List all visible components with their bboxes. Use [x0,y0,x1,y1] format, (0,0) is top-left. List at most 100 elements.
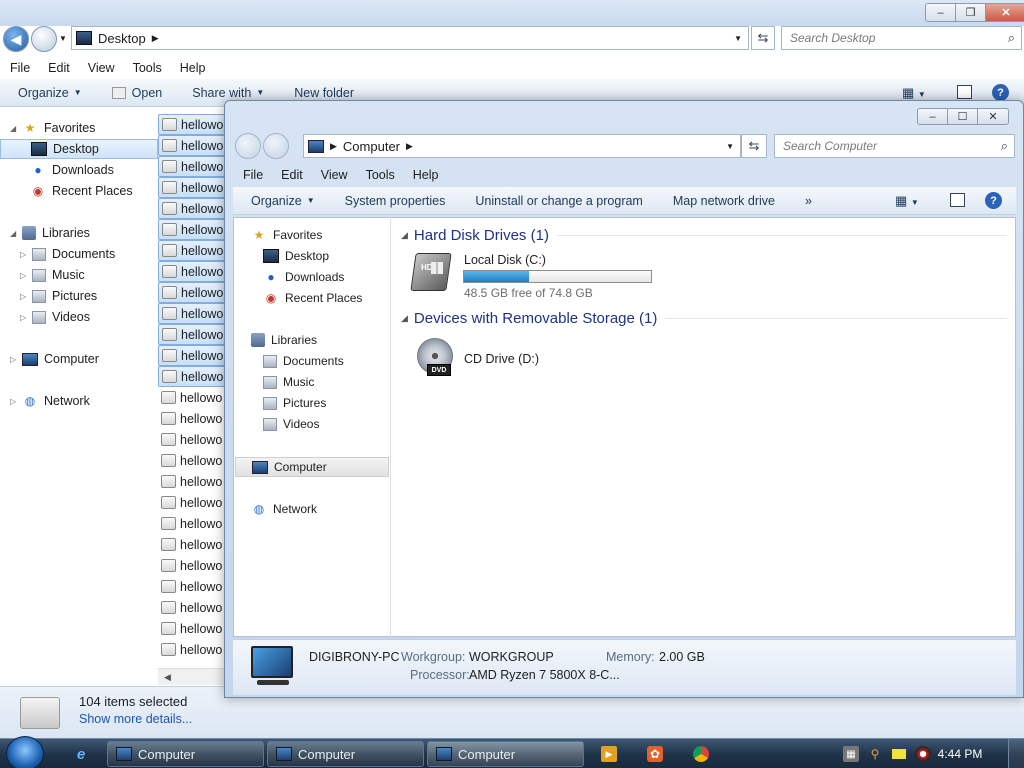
taskbar-button-computer-2[interactable]: Computer [267,741,424,767]
address-dropdown-icon[interactable]: ▼ [726,142,734,151]
nav-videos[interactable]: ▷ Videos [20,307,90,327]
file-item[interactable]: hellowo [158,618,228,639]
menu-tools[interactable]: Tools [366,168,395,182]
collapse-icon[interactable]: ◢ [401,313,408,324]
new-folder-button[interactable]: New folder [294,86,354,100]
preview-pane-icon[interactable] [950,193,965,207]
nav-pictures[interactable]: ▷ Pictures [20,286,97,306]
title-bar[interactable]: – ❐ ✕ [0,0,1024,26]
file-item[interactable]: hellowo [158,534,228,555]
uninstall-program-button[interactable]: Uninstall or change a program [475,194,642,208]
removable-storage-heading[interactable]: ◢ Devices with Removable Storage (1) [401,310,1007,327]
expand-icon[interactable]: ▷ [10,397,20,406]
view-options-icon[interactable]: ▦ ▼ [895,193,919,209]
address-bar[interactable]: ▶ Computer ▶ ▼ [303,134,741,158]
tray-note-icon[interactable] [891,746,907,762]
file-item[interactable]: hellowo [158,114,228,135]
close-button[interactable]: ✕ [977,108,1009,125]
nav-music[interactable]: ▷ Music [20,265,85,285]
refresh-icon[interactable]: ⇆ [751,26,775,50]
nav-recent-places[interactable]: ◉ Recent Places [30,181,133,201]
menu-edit[interactable]: Edit [48,61,70,75]
file-item[interactable]: hellowo [158,303,228,324]
menu-tools[interactable]: Tools [133,61,162,75]
nav-network[interactable]: ◍ Network [251,499,317,519]
file-item[interactable]: hellowo [158,177,228,198]
local-disk-item[interactable]: HD Local Disk (C:) 48.5 GB free of 74.8 … [409,251,669,303]
hard-disk-drives-heading[interactable]: ◢ Hard Disk Drives (1) [401,227,1007,244]
nav-pictures[interactable]: Pictures [263,393,326,413]
help-icon[interactable]: ? [985,192,1002,209]
menu-help[interactable]: Help [180,61,206,75]
cd-drive-item[interactable]: DVD CD Drive (D:) [409,334,589,386]
clock[interactable]: 4:44 PM [930,739,990,768]
file-item[interactable]: hellowo [158,471,228,492]
help-icon[interactable]: ? [992,84,1009,101]
address-crumb-desktop[interactable]: Desktop [98,31,146,46]
start-button[interactable] [6,736,44,768]
nav-computer-selected[interactable]: Computer [235,457,389,477]
file-item[interactable]: hellowo [158,513,228,534]
file-item[interactable]: hellowo [158,240,228,261]
expand-icon[interactable]: ▷ [20,271,30,280]
forward-button[interactable] [31,26,57,52]
file-item[interactable]: hellowo [158,597,228,618]
nav-libraries[interactable]: ◢ Libraries [10,223,90,243]
app-icon[interactable]: ✿ [647,746,663,762]
file-item[interactable]: hellowo [158,408,228,429]
file-item[interactable]: hellowo [158,282,228,303]
map-network-drive-button[interactable]: Map network drive [673,194,775,208]
horizontal-scrollbar[interactable]: ◀ [158,668,224,685]
file-item[interactable]: hellowo [158,555,228,576]
taskbar-button-computer-1[interactable]: Computer [107,741,264,767]
expand-icon[interactable]: ◢ [10,124,20,133]
file-item[interactable]: hellowo [158,576,228,597]
expand-icon[interactable]: ▷ [10,355,20,364]
tray-speaker-icon[interactable] [915,746,931,762]
share-with-button[interactable]: Share with ▼ [192,86,264,100]
expand-icon[interactable]: ▷ [20,313,30,322]
forward-button[interactable] [263,133,289,159]
file-item[interactable]: hellowo [158,387,228,408]
search-icon[interactable]: ⌕ [1001,138,1008,154]
show-more-details-link[interactable]: Show more details... [79,712,192,726]
address-bar[interactable]: Desktop ▶ ▼ [71,26,749,50]
back-button[interactable] [235,133,261,159]
file-item[interactable]: hellowo [158,261,228,282]
nav-downloads[interactable]: ● Downloads [30,160,113,180]
expand-icon[interactable]: ▷ [20,292,30,301]
refresh-icon[interactable]: ⇆ [741,134,767,158]
file-item[interactable]: hellowo [158,492,228,513]
tray-search-icon[interactable]: ⚲ [867,746,883,762]
file-item[interactable]: hellowo [158,639,228,660]
search-computer-input[interactable]: Search Computer ⌕ [774,134,1015,158]
nav-documents[interactable]: Documents [263,351,344,371]
expand-icon[interactable]: ▷ [20,250,30,259]
nav-computer[interactable]: ▷ Computer [10,349,99,369]
more-commands-button[interactable]: » [805,194,812,208]
view-options-icon[interactable]: ▦ ▼ [902,85,926,101]
nav-videos[interactable]: Videos [263,414,319,434]
nav-music[interactable]: Music [263,372,314,392]
menu-file[interactable]: File [10,61,30,75]
file-item[interactable]: hellowo [158,366,228,387]
nav-downloads[interactable]: ● Downloads [263,267,344,287]
nav-recent-places[interactable]: ◉ Recent Places [263,288,363,308]
file-item[interactable]: hellowo [158,156,228,177]
menu-help[interactable]: Help [413,168,439,182]
minimize-button[interactable]: – [917,108,947,125]
menu-view[interactable]: View [321,168,348,182]
organize-button[interactable]: Organize ▼ [18,86,82,100]
nav-libraries[interactable]: Libraries [251,330,317,350]
menu-file[interactable]: File [243,168,263,182]
file-item[interactable]: hellowo [158,345,228,366]
close-button[interactable]: ✕ [985,3,1024,22]
chrome-icon[interactable] [693,746,709,762]
recent-pages-chevron-icon[interactable]: ▼ [59,34,67,43]
nav-documents[interactable]: ▷ Documents [20,244,115,264]
internet-explorer-icon[interactable]: e [72,745,90,763]
maximize-button[interactable]: ☐ [947,108,977,125]
breadcrumb-arrow-icon[interactable]: ▶ [330,141,337,152]
nav-desktop-selected[interactable]: Desktop [0,139,158,159]
restore-button[interactable]: ❐ [955,3,985,22]
